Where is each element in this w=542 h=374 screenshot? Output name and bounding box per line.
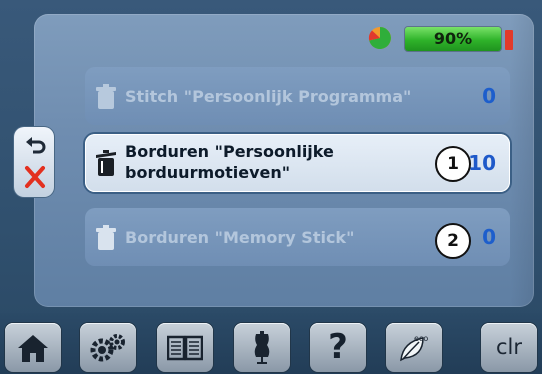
back-cancel-button[interactable]: [14, 127, 54, 197]
mannequin-icon: [254, 330, 270, 364]
row-label-line2: borduurmotieven": [125, 163, 291, 182]
row-label: Borduren "Persoonlijke borduurmotieven": [125, 134, 334, 199]
usage-pie-icon: [368, 27, 391, 49]
red-x-icon[interactable]: [24, 165, 46, 189]
bottom-toolbar: ? eco clr: [0, 313, 542, 374]
book-icon: [167, 335, 203, 360]
battery-percent: 90%: [433, 29, 473, 48]
home-button[interactable]: [5, 323, 61, 372]
sewing-machine-screen: 90% Stitch "Persoonlijk Programma" 0 Bor…: [0, 0, 542, 374]
eco-leaf-icon: eco: [400, 334, 428, 361]
battery-warning-segment: [505, 30, 513, 50]
undo-arrow-icon[interactable]: [24, 133, 46, 155]
row-label: Stitch "Persoonlijk Programma": [125, 86, 412, 106]
help-button[interactable]: ?: [310, 323, 366, 372]
question-icon: ?: [328, 327, 348, 367]
panel-shadow: [510, 14, 534, 307]
trash-icon: [96, 225, 116, 250]
tutorial-button[interactable]: [157, 323, 213, 372]
callout-2: 2: [435, 223, 471, 259]
row-count: 0: [482, 225, 496, 249]
trash-icon: [96, 84, 116, 109]
row-label: Borduren "Memory Stick": [125, 227, 355, 247]
gears-icon: [90, 333, 125, 361]
clear-button[interactable]: clr: [481, 323, 537, 372]
row-stitch-personal-program: Stitch "Persoonlijk Programma" 0: [85, 67, 510, 125]
setup-button[interactable]: [80, 323, 136, 372]
eco-button[interactable]: eco: [386, 323, 442, 372]
row-count: 10: [468, 151, 496, 175]
row-label-line1: Borduren "Persoonlijke: [125, 142, 334, 161]
creative-consultant-button[interactable]: [234, 323, 290, 372]
eco-label: eco: [414, 334, 428, 343]
battery-indicator: 90%: [405, 27, 501, 51]
home-icon: [18, 334, 48, 362]
row-count: 0: [482, 84, 496, 108]
clr-icon: clr: [495, 335, 522, 359]
trash-icon: [96, 150, 116, 176]
callout-1: 1: [435, 146, 471, 182]
